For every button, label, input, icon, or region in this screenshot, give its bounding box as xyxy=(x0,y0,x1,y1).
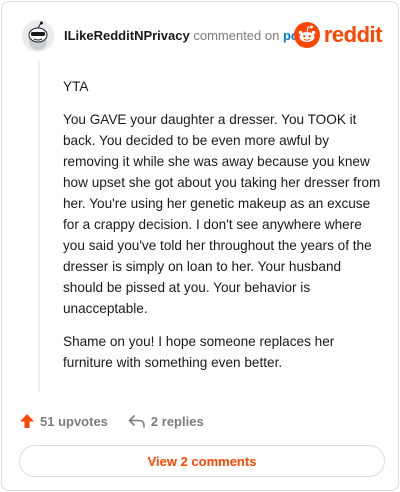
reddit-logo-icon xyxy=(293,22,320,48)
comment-actions: 51 upvotes 2 replies xyxy=(19,411,204,431)
thread-line[interactable] xyxy=(38,60,40,392)
comment-paragraph: You GAVE your daughter a dresser. You TO… xyxy=(63,112,381,316)
upvote-arrow-icon xyxy=(20,414,34,428)
upvote-count: 51 upvotes xyxy=(40,413,108,429)
upvote-button[interactable]: 51 upvotes xyxy=(19,413,108,429)
reddit-logo[interactable]: reddit xyxy=(293,20,383,50)
comment-body: YTA You GAVE your daughter a dresser. Yo… xyxy=(63,76,383,385)
reddit-wordmark: reddit xyxy=(323,22,383,47)
reply-count: 2 replies xyxy=(150,413,204,429)
comment-paragraph: Shame on you! I hope someone replaces he… xyxy=(63,334,335,370)
reply-button[interactable]: 2 replies xyxy=(128,413,204,429)
commented-on-label: commented on xyxy=(193,28,280,43)
comment-meta: ILikeRedditNPrivacy commented on post xyxy=(64,28,310,43)
comment-card: ILikeRedditNPrivacy commented on post re… xyxy=(1,1,399,491)
user-avatar-icon[interactable] xyxy=(22,20,54,52)
comment-header: ILikeRedditNPrivacy commented on post re… xyxy=(22,20,383,52)
reply-arrow-icon xyxy=(128,415,145,428)
username-link[interactable]: ILikeRedditNPrivacy xyxy=(64,28,190,43)
view-comments-button[interactable]: View 2 comments xyxy=(19,445,385,477)
comment-paragraph: YTA xyxy=(63,79,89,94)
